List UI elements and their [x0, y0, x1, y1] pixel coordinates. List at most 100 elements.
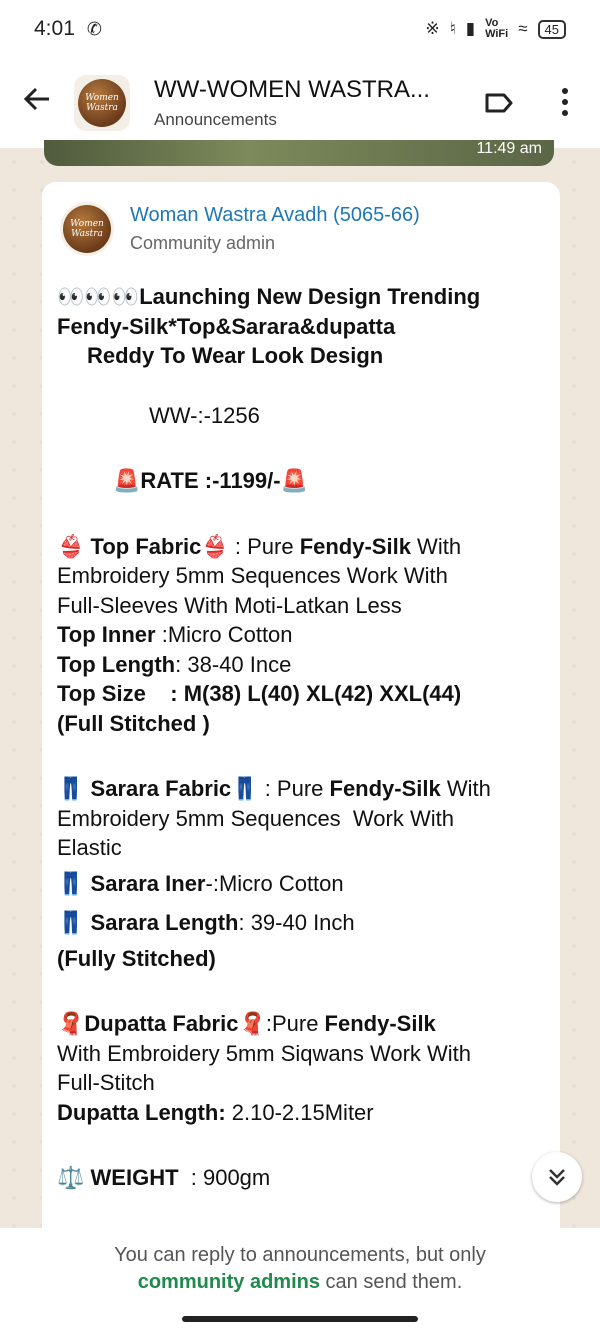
label-icon[interactable] — [482, 86, 516, 120]
top-size-label: Top Size — [57, 681, 146, 706]
chat-subtitle: Announcements — [154, 110, 277, 129]
sender-avatar-text-1: Women — [70, 219, 104, 229]
sender-avatar-logo: Women Wastra — [63, 205, 111, 253]
rate-text: RATE :-1199/- — [140, 468, 281, 493]
rate-line: 🚨RATE :-1199/-🚨 — [57, 466, 547, 496]
previous-message-time: 11:49 am — [476, 140, 542, 157]
top-inner-line: Top Inner :Micro Cotton — [57, 620, 547, 650]
top-fabric-2: Embroidery 5mm Sequences Work With — [57, 563, 448, 588]
swimsuit-emoji-2: 👙 — [201, 533, 229, 559]
sarara-fabric-post: With — [440, 776, 491, 801]
bluetooth-icon: ※ — [425, 19, 440, 38]
swimsuit-emoji: 👙 — [57, 533, 85, 559]
top-stitched: (Full Stitched ) — [57, 709, 547, 739]
top-size-value: : M(38) L(40) XL(42) XXL(44) — [145, 681, 462, 706]
wifi-icon: ≈ — [518, 19, 528, 38]
dupatta-length-value: 2.10-2.15Miter — [225, 1099, 374, 1125]
more-options-icon[interactable] — [552, 82, 578, 122]
dupatta-fabric-label: Dupatta Fabric — [84, 1011, 239, 1036]
announcement-message-bubble[interactable]: Women Wastra Woman Wastra Avadh (5065-66)… — [42, 182, 560, 1242]
chat-title: WW-WOMEN WASTRA... — [154, 76, 430, 103]
dupatta-length-label: Dupatta Length: — [57, 1099, 226, 1125]
top-fabric-pre: : Pure — [228, 533, 300, 559]
message-body: 👀👀👀Launching New Design Trending Fendy-S… — [57, 282, 547, 1193]
top-fabric-3: Full-Sleeves With Moti-Latkan Less — [57, 592, 402, 618]
dupatta-fabric-3: Full-Stitch — [57, 1070, 155, 1095]
avatar-text-1: Women — [85, 93, 119, 103]
avatar-logo: Women Wastra — [78, 79, 126, 127]
balance-scale-emoji: ⚖️ — [57, 1165, 85, 1190]
sarara-length-line: 👖 Sarara Length: 39-40 Inch — [57, 908, 547, 938]
sender-avatar[interactable]: Women Wastra — [60, 202, 114, 256]
dupatta-fabric-2: With Embroidery 5mm Siqwans Work With — [57, 1040, 472, 1066]
dupatta-length-line: Dupatta Length: 2.10-2.15Miter — [57, 1098, 547, 1128]
top-fabric-post: With — [410, 533, 462, 559]
top-length-line: Top Length: 38-40 Ince — [57, 650, 547, 680]
sender-role: Community admin — [130, 233, 276, 253]
home-handle[interactable] — [182, 1316, 418, 1322]
jeans-emoji-4: 👖 — [57, 910, 85, 935]
post-title-1: Launching New Design Trending — [139, 284, 481, 309]
sarara-length-value: : 39-40 Inch — [238, 910, 355, 935]
previous-media-message[interactable]: 11:49 am — [44, 140, 554, 166]
community-avatar[interactable]: Women Wastra — [74, 75, 130, 131]
header-text[interactable]: WW-WOMEN WASTRA... Announcements — [154, 76, 454, 130]
post-title-line-2: Fendy-Silk*Top&Sarara&dupatta — [57, 312, 547, 342]
sarara-iner-line: 👖 Sarara Iner-:Micro Cotton — [57, 869, 547, 899]
avatar-text-2: Wastra — [86, 103, 118, 113]
weight-line: ⚖️ WEIGHT : 900gm — [57, 1163, 547, 1193]
top-inner-value: :Micro Cotton — [155, 622, 293, 647]
status-icons: ※ ♮ ▮ Vo WiFi ≈ 45 — [425, 18, 566, 40]
weight-label: WEIGHT — [90, 1165, 179, 1190]
sarara-fabric-3: Elastic — [57, 835, 122, 860]
sender-avatar-text-2: Wastra — [71, 229, 103, 239]
announcement-footer-notice: You can reply to announcements, but only… — [0, 1228, 600, 1308]
community-admins-link[interactable]: community admins — [138, 1271, 320, 1293]
sarara-iner-value: -:Micro Cotton — [205, 870, 344, 896]
jeans-emoji-2: 👖 — [231, 776, 259, 801]
sender-name[interactable]: Woman Wastra Avadh (5065-66) — [130, 204, 420, 227]
footer-text-1: You can reply to announcements, but only — [114, 1244, 486, 1266]
jeans-emoji: 👖 — [57, 776, 85, 801]
scarf-emoji-2: 🧣 — [238, 1011, 266, 1036]
post-title-2: Fendy-Silk*Top&Sarara&dupatta — [57, 313, 396, 339]
top-length-value: : 38-40 Ince — [175, 651, 292, 677]
post-title-3: Reddy To Wear Look Design — [87, 343, 384, 368]
top-fabric-bold: Fendy-Silk — [299, 533, 411, 559]
sarara-stitched-text: (Fully Stitched) — [57, 945, 216, 971]
top-length-label: Top Length — [57, 651, 176, 677]
jeans-emoji-3: 👖 — [57, 870, 85, 896]
dupatta-fabric-line: 🧣Dupatta Fabric🧣:Pure Fendy-Silk — [57, 1009, 547, 1039]
battery-icon: 45 — [537, 19, 566, 39]
siren-emoji: 🚨 — [113, 468, 141, 493]
scroll-to-bottom-icon[interactable] — [532, 1152, 582, 1202]
siren-emoji-2: 🚨 — [280, 468, 308, 493]
navigation-bar — [0, 1308, 600, 1333]
post-title-line-1: 👀👀👀Launching New Design Trending — [57, 282, 547, 312]
sarara-length-label: Sarara Length — [90, 910, 239, 935]
vowifi-bottom: WiFi — [485, 28, 509, 40]
eyes-emoji: 👀👀👀 — [57, 284, 140, 309]
status-time: 4:01 — [34, 17, 75, 40]
sarara-fabric-pre: : Pure — [258, 776, 330, 801]
sarara-fabric-2: Embroidery 5mm Sequences Work With — [57, 805, 454, 831]
top-size-line: Top Size : M(38) L(40) XL(42) XXL(44) — [57, 679, 547, 709]
mute-icon: ♮ — [449, 19, 456, 38]
top-fabric-label: Top Fabric — [90, 533, 202, 559]
signal-icon: ▮ — [465, 19, 476, 38]
sarara-iner-label: Sarara Iner — [90, 870, 206, 896]
sarara-fabric-label: Sarara Fabric — [90, 776, 232, 801]
top-stitched-text: (Full Stitched ) — [57, 710, 210, 736]
weight-value: : 900gm — [178, 1165, 271, 1190]
dupatta-fabric-pre: :Pure — [265, 1011, 325, 1036]
chat-header: Women Wastra WW-WOMEN WASTRA... Announcem… — [0, 58, 600, 148]
dupatta-fabric-bold: Fendy-Silk — [324, 1011, 436, 1036]
whatsapp-status-icon: ✆ — [86, 18, 102, 39]
vowifi-icon: Vo WiFi — [485, 18, 508, 40]
post-code: WW-:-1256 — [149, 402, 260, 428]
back-arrow-icon[interactable] — [0, 84, 74, 122]
sarara-fabric-bold: Fendy-Silk — [329, 776, 441, 801]
top-inner-label: Top Inner — [57, 622, 156, 647]
top-fabric-line: 👙 Top Fabric👙 : Pure Fendy-Silk With — [57, 532, 547, 562]
scarf-emoji: 🧣 — [57, 1011, 85, 1036]
